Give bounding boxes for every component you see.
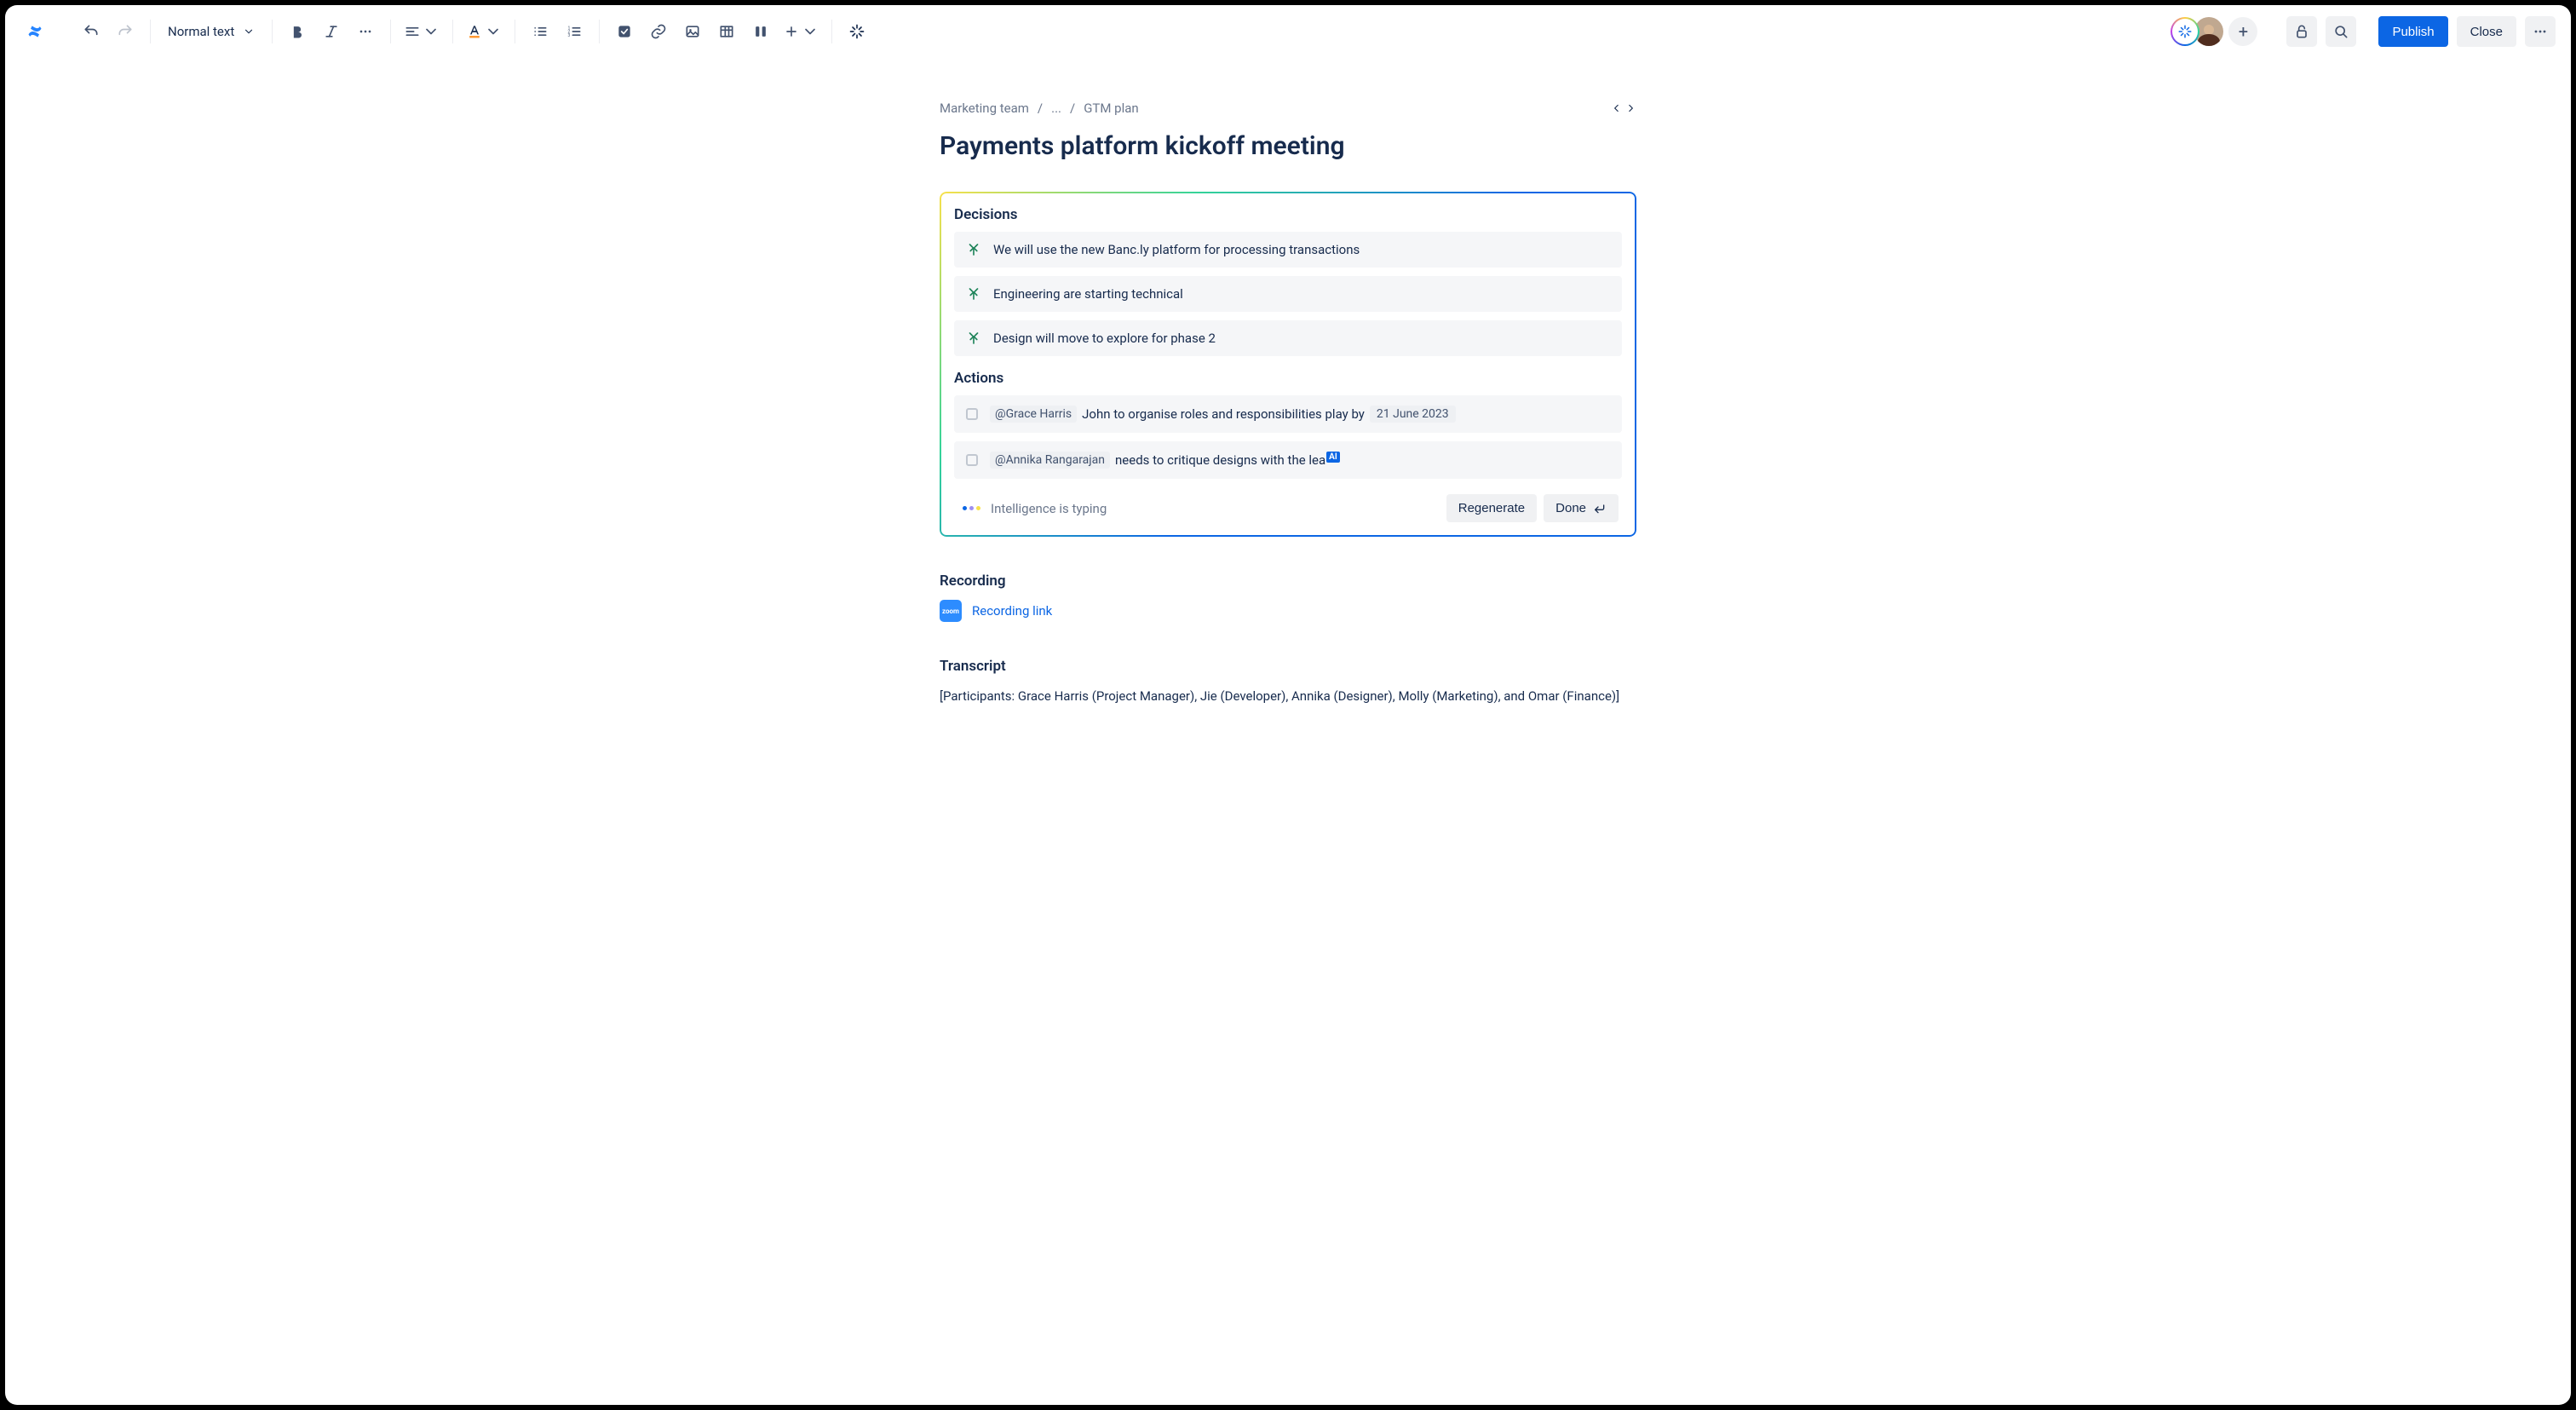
decision-row[interactable]: Design will move to explore for phase 2 — [954, 320, 1622, 356]
redo-icon[interactable] — [111, 17, 140, 46]
decision-text: Design will move to explore for phase 2 — [993, 331, 1216, 346]
ai-panel: Decisions We will use the new Banc.ly pl… — [940, 192, 1636, 537]
undo-icon[interactable] — [77, 17, 106, 46]
text-color-dropdown[interactable] — [463, 17, 504, 46]
recording-heading: Recording — [940, 573, 1636, 590]
decisions-heading: Decisions — [954, 206, 1622, 223]
done-button[interactable]: Done — [1544, 494, 1619, 522]
editor-toolbar: Normal text 123 — [5, 5, 2571, 58]
breadcrumb: Marketing team / ... / GTM plan — [940, 101, 1636, 116]
restrictions-icon[interactable] — [2286, 16, 2317, 47]
ai-badge: AI — [1326, 452, 1340, 463]
typing-indicator-icon — [963, 506, 980, 510]
add-collaborator-button[interactable]: + — [2228, 17, 2257, 46]
decision-row[interactable]: We will use the new Banc.ly platform for… — [954, 232, 1622, 268]
action-checkbox[interactable] — [966, 408, 978, 420]
breadcrumb-root[interactable]: Marketing team — [940, 101, 1029, 116]
action-row[interactable]: @Grace Harris John to organise roles and… — [954, 395, 1622, 433]
action-text: John to organise roles and responsibilit… — [1082, 406, 1365, 422]
date-chip[interactable]: 21 June 2023 — [1370, 406, 1456, 423]
page-width-toggle[interactable] — [1611, 102, 1636, 114]
avatar-stack: + — [2171, 17, 2257, 46]
action-item-icon[interactable] — [610, 17, 639, 46]
bullet-list-icon[interactable] — [526, 17, 555, 46]
enter-icon — [1593, 502, 1607, 515]
action-text: needs to critique designs with the lea — [1115, 452, 1325, 468]
decision-text: We will use the new Banc.ly platform for… — [993, 242, 1360, 257]
ai-panel-footer: Intelligence is typing Regenerate Done — [954, 487, 1622, 526]
recording-row: zoom Recording link — [940, 600, 1636, 622]
action-row[interactable]: @Annika Rangarajan needs to critique des… — [954, 441, 1622, 479]
bold-icon[interactable] — [283, 17, 312, 46]
close-button[interactable]: Close — [2457, 16, 2516, 47]
decision-row[interactable]: Engineering are starting technical — [954, 276, 1622, 312]
confluence-logo-icon[interactable] — [20, 17, 49, 46]
italic-icon[interactable] — [317, 17, 346, 46]
text-style-label: Normal text — [168, 24, 234, 39]
user-mention[interactable]: @Grace Harris — [990, 406, 1077, 423]
image-icon[interactable] — [678, 17, 707, 46]
link-icon[interactable] — [644, 17, 673, 46]
decision-icon — [966, 242, 981, 257]
svg-text:3: 3 — [568, 33, 571, 38]
toolbar-right: + Publish Close — [2171, 16, 2556, 47]
recording-link[interactable]: Recording link — [972, 603, 1052, 619]
transcript-heading: Transcript — [940, 658, 1636, 675]
ai-avatar-icon[interactable] — [2171, 17, 2199, 46]
transcript-body[interactable]: [Participants: Grace Harris (Project Man… — [940, 687, 1636, 706]
table-icon[interactable] — [712, 17, 741, 46]
regenerate-button[interactable]: Regenerate — [1446, 494, 1537, 522]
decision-icon — [966, 331, 981, 346]
more-text-formatting-icon[interactable] — [351, 17, 380, 46]
breadcrumb-leaf[interactable]: GTM plan — [1084, 101, 1139, 116]
breadcrumb-mid[interactable]: ... — [1051, 101, 1061, 116]
actions-heading: Actions — [954, 370, 1622, 387]
publish-button[interactable]: Publish — [2378, 16, 2447, 47]
user-mention[interactable]: @Annika Rangarajan — [990, 452, 1110, 469]
layouts-icon[interactable] — [746, 17, 775, 46]
more-actions-icon[interactable] — [2525, 16, 2556, 47]
insert-dropdown[interactable] — [780, 17, 821, 46]
text-style-dropdown[interactable]: Normal text — [161, 17, 262, 46]
ai-sparkle-icon[interactable] — [842, 17, 871, 46]
zoom-icon: zoom — [940, 600, 962, 622]
search-icon[interactable] — [2326, 16, 2356, 47]
decision-text: Engineering are starting technical — [993, 286, 1183, 302]
typing-status: Intelligence is typing — [991, 501, 1446, 516]
page-title[interactable]: Payments platform kickoff meeting — [940, 131, 1636, 161]
decision-icon — [966, 286, 981, 302]
numbered-list-icon[interactable]: 123 — [560, 17, 589, 46]
align-dropdown[interactable] — [401, 17, 442, 46]
action-checkbox[interactable] — [966, 454, 978, 466]
